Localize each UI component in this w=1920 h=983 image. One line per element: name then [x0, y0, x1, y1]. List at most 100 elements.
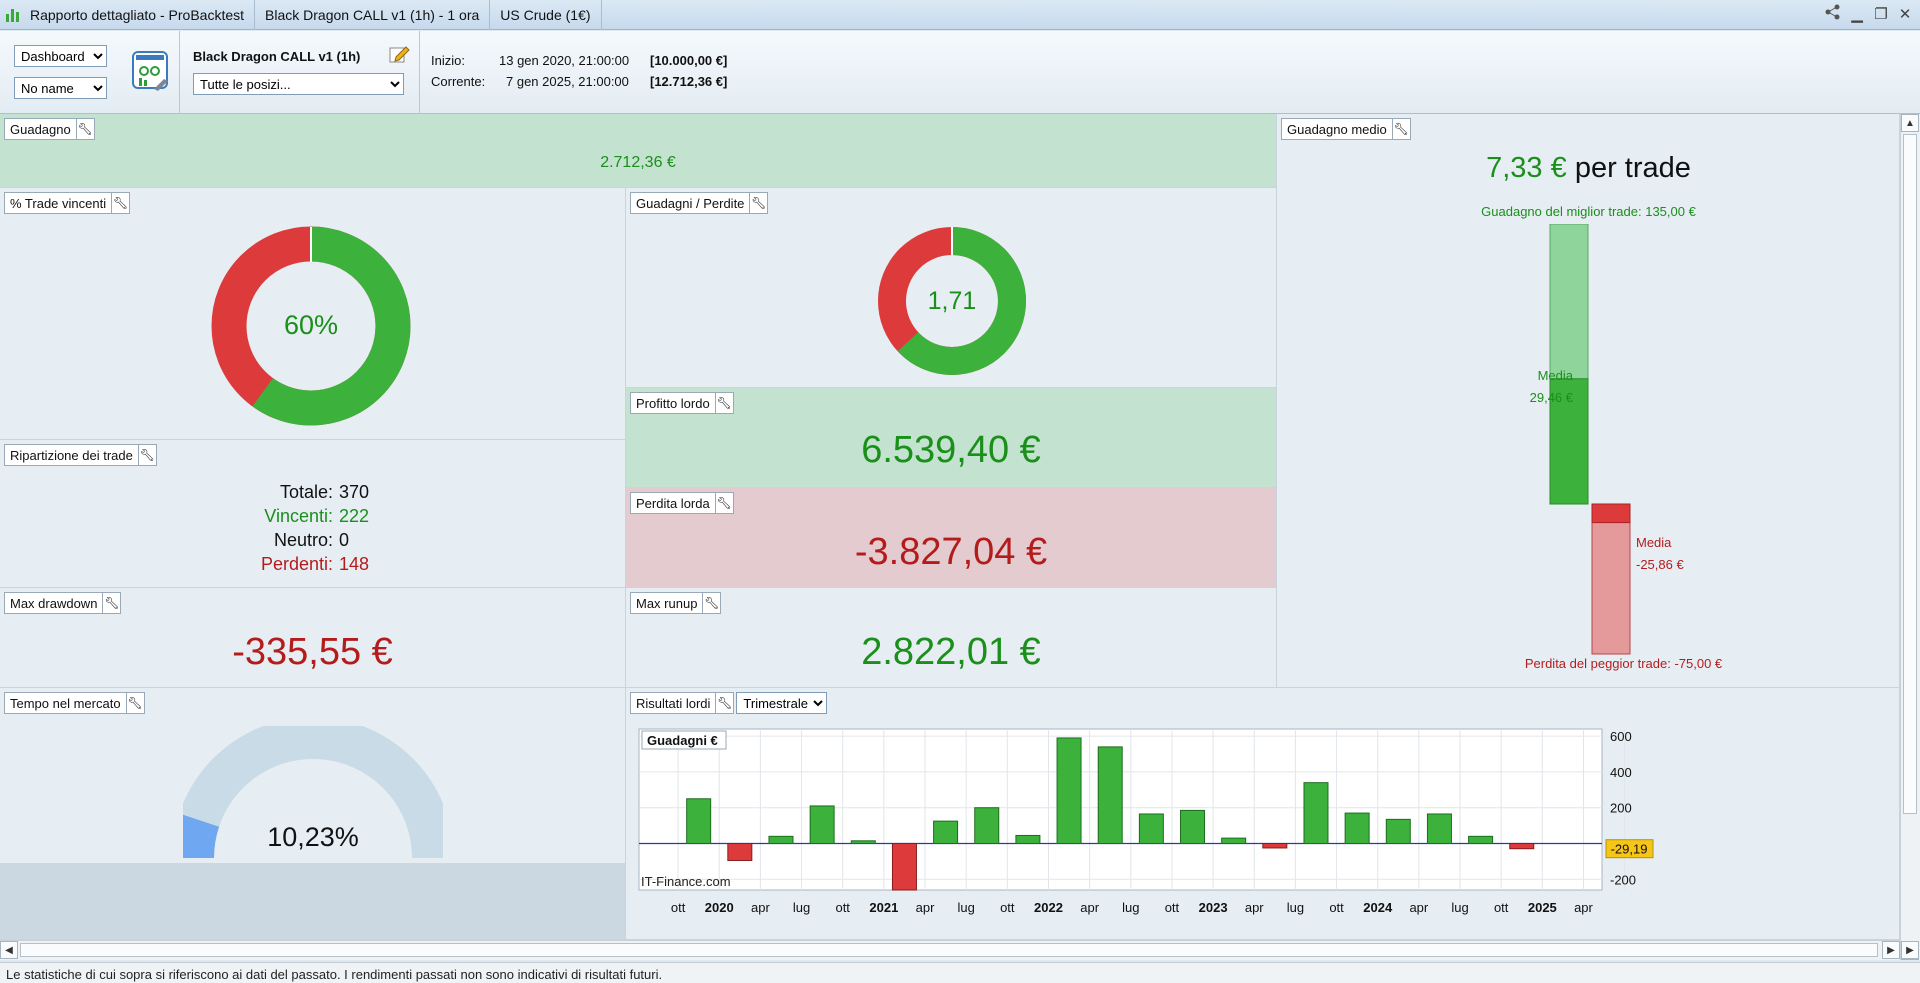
chart-bar: [1221, 837, 1247, 844]
scroll-corner-icon: ▶: [1901, 941, 1919, 959]
chart-bar: [974, 807, 1000, 844]
close-icon[interactable]: ✕: [1896, 5, 1914, 23]
x-tick-label: 2022: [1034, 900, 1063, 915]
chart-bar: [1468, 835, 1494, 844]
chart-bar: [1385, 818, 1411, 844]
window-titlebar: Rapporto dettagliato - ProBacktest Black…: [0, 0, 1920, 30]
max-runup-panel: Max runup 🔧︎ 2.822,01 €: [626, 588, 1277, 688]
report-toolbar: Dashboard No name Black Dragon CALL v1 (…: [0, 31, 1920, 114]
chart-watermark: IT-Finance.com: [641, 874, 731, 889]
max-drawdown-panel: Max drawdown 🔧︎ -335,55 €: [0, 588, 626, 688]
gain-loss-ratio-panel: Guadagni / Perdite 🔧︎ 1,71: [626, 188, 1277, 388]
breakdown-label: Ripartizione dei trade: [4, 444, 139, 466]
gain-value: 2.712,36 €: [600, 154, 676, 171]
x-tick-label: ott: [835, 900, 850, 915]
wrench-icon[interactable]: 🔧︎: [76, 118, 95, 140]
x-tick-label: 2023: [1199, 900, 1228, 915]
window-tab-instrument[interactable]: US Crude (1€): [490, 0, 602, 30]
wrench-icon[interactable]: 🔧︎: [716, 692, 735, 714]
minimize-icon[interactable]: ▁: [1848, 5, 1866, 23]
x-tick-label: 2021: [869, 900, 898, 915]
current-date: 7 gen 2025, 21:00:00: [506, 74, 629, 89]
x-tick-label: ott: [1494, 900, 1509, 915]
x-tick-label: lug: [793, 900, 810, 915]
winners-value: 222: [339, 506, 370, 526]
avg-win-label: Media: [1537, 367, 1573, 383]
gross-loss-value: -3.827,04 €: [854, 531, 1048, 573]
win-percent-label: % Trade vincenti: [4, 192, 113, 214]
name-select[interactable]: No name: [14, 77, 107, 99]
window-tab-system[interactable]: Black Dragon CALL v1 (1h) - 1 ora: [255, 0, 491, 30]
x-tick-label: lug: [957, 900, 974, 915]
start-capital: [10.000,00 €]: [650, 53, 728, 68]
avg-gain-suffix: per trade: [1574, 152, 1691, 184]
window-tab-report[interactable]: Rapporto dettagliato - ProBacktest: [0, 0, 256, 30]
start-label: Inizio:: [431, 53, 465, 68]
report-settings-icon[interactable]: [132, 51, 170, 91]
gross-loss-label: Perdita lorda: [630, 492, 716, 514]
market-time-value: 10,23%: [267, 822, 359, 852]
scroll-left-icon[interactable]: ◀: [0, 941, 18, 959]
chart-bar: [1262, 842, 1288, 849]
current-capital: [12.712,36 €]: [650, 74, 728, 89]
wrench-icon[interactable]: 🔧︎: [112, 192, 131, 214]
x-tick-label: lug: [1122, 900, 1139, 915]
gain-loss-value: 1,71: [927, 287, 977, 315]
gross-profit-panel: Profitto lordo 🔧︎ 6.539,40 €: [626, 388, 1277, 488]
chart-bar: [1138, 813, 1164, 844]
x-tick-label: apr: [1409, 900, 1428, 915]
x-tick-label: apr: [751, 900, 770, 915]
wrench-icon[interactable]: 🔧︎: [138, 444, 157, 466]
chart-bar: [768, 835, 794, 844]
gross-results-panel: Risultati lordi 🔧︎ Trimestrale ott 2020 apr…: [626, 688, 1900, 940]
wrench-icon[interactable]: 🔧︎: [750, 192, 769, 214]
market-time-panel: Tempo nel mercato 🔧︎ 10,23%: [0, 688, 626, 940]
wrench-icon[interactable]: 🔧︎: [715, 492, 734, 514]
window-tab-label: Black Dragon CALL v1 (1h) - 1 ora: [265, 6, 480, 23]
avg-loss-value: -25,86 €: [1636, 557, 1684, 572]
x-tick-label: apr: [1080, 900, 1099, 915]
chart-bar: [1509, 842, 1535, 850]
positions-select[interactable]: Tutte le posizi...: [193, 73, 404, 95]
share-icon[interactable]: [1824, 4, 1842, 24]
window-tab-label: US Crude (1€): [500, 6, 591, 23]
x-tick-label: 2024: [1363, 900, 1393, 915]
scroll-right-icon[interactable]: ▶: [1882, 941, 1900, 959]
wrench-icon[interactable]: 🔧︎: [703, 592, 722, 614]
total-label: Totale:: [279, 482, 333, 502]
win-percent-value: 60%: [283, 310, 339, 340]
start-date: 13 gen 2020, 21:00:00: [499, 53, 630, 68]
system-name: Black Dragon CALL v1 (1h): [193, 49, 361, 64]
avg-loss-label: Media: [1636, 535, 1672, 550]
market-time-label: Tempo nel mercato: [4, 692, 127, 714]
gross-results-chart[interactable]: ott 2020 apr lug ott 2021 apr lug ott 2022 apr lug o…: [626, 688, 1900, 940]
x-tick-label: apr: [1574, 900, 1593, 915]
chart-title: Guadagni €: [647, 733, 718, 748]
wrench-icon[interactable]: 🔧︎: [103, 592, 122, 614]
winners-label: Vincenti:: [264, 506, 333, 526]
wrench-icon[interactable]: 🔧︎: [126, 692, 145, 714]
avg-win-value: 29,46 €: [1529, 389, 1573, 405]
x-tick-label: lug: [1451, 900, 1468, 915]
avg-gain-panel: Guadagno medio 🔧︎ 7,33 € per trade Guadag…: [1277, 114, 1900, 688]
restore-icon[interactable]: ❐: [1872, 5, 1890, 23]
max-runup-value: 2.822,01 €: [861, 631, 1041, 673]
chart-bar: [1180, 809, 1206, 844]
losers-label: Perdenti:: [260, 554, 333, 574]
vertical-scrollbar[interactable]: ▲ ▼: [1900, 114, 1920, 960]
max-drawdown-value: -335,55 €: [232, 631, 393, 673]
chart-bar: [850, 840, 876, 844]
horizontal-scrollbar[interactable]: ◀ ▶: [0, 940, 1900, 960]
horizontal-scroll-thumb[interactable]: [20, 943, 1878, 957]
chart-bar: [1426, 813, 1452, 844]
view-select[interactable]: Dashboard: [14, 45, 107, 67]
gross-profit-value: 6.539,40 €: [861, 429, 1041, 471]
scroll-up-icon[interactable]: ▲: [1901, 114, 1919, 132]
vertical-scroll-thumb[interactable]: [1903, 134, 1917, 814]
wrench-icon[interactable]: 🔧︎: [715, 392, 734, 414]
y-tick-label: 400: [1610, 765, 1632, 780]
max-drawdown-label: Max drawdown: [4, 592, 104, 614]
period-select[interactable]: Trimestrale: [736, 692, 828, 714]
wrench-icon[interactable]: 🔧︎: [1392, 118, 1411, 140]
edit-icon[interactable]: [388, 43, 410, 65]
